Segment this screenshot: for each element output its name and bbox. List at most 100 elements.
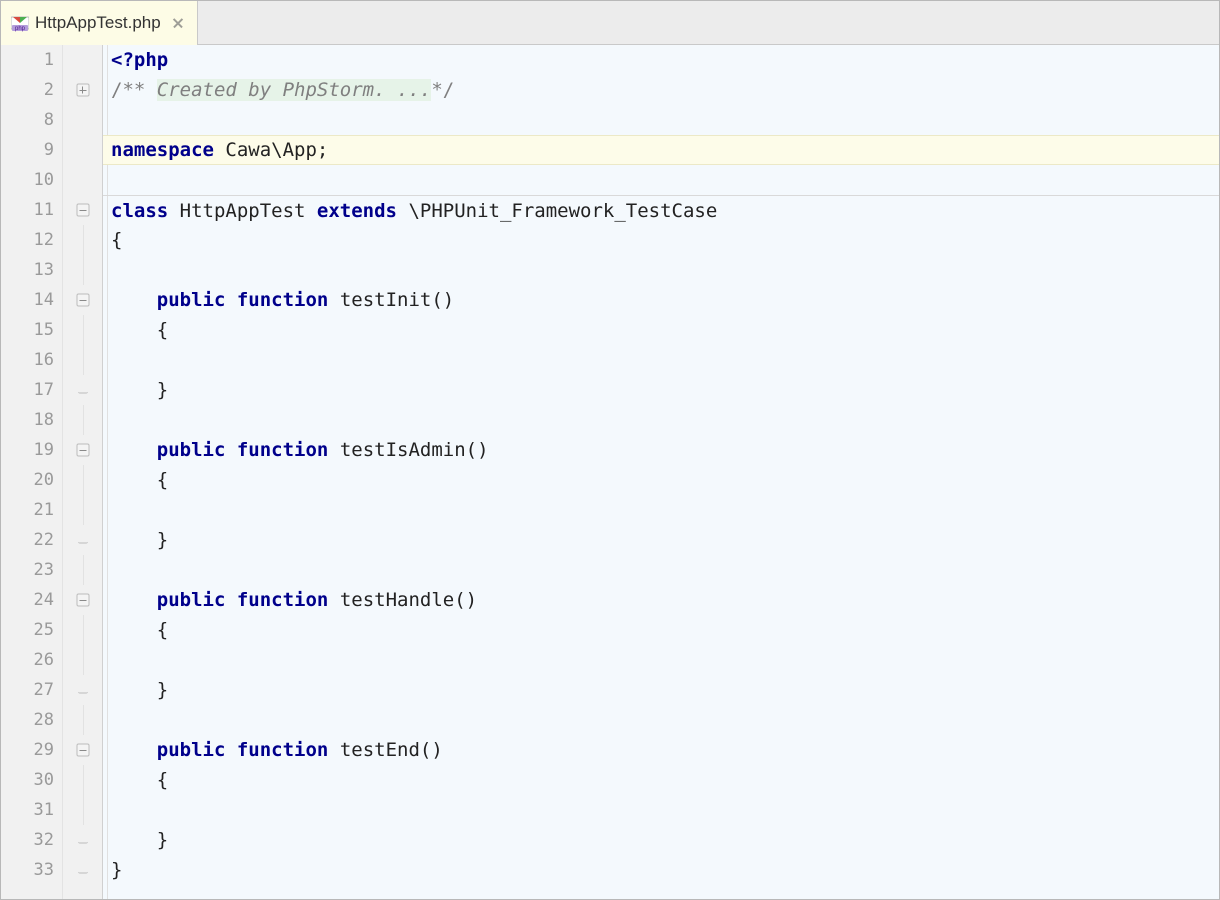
code-line[interactable]: namespace Cawa\App; [103,135,1219,165]
code-line[interactable] [103,705,1219,735]
token-id [111,319,157,341]
token-id [328,439,339,461]
ide-window: php HttpAppTest.php 12891011121314151617… [0,0,1220,900]
token-punc: () [420,739,443,761]
code-line[interactable]: { [103,465,1219,495]
fold-expand-icon[interactable] [76,84,89,97]
fold-slot [63,615,102,645]
token-kw: public [157,439,226,461]
line-number: 33 [1,855,54,885]
token-kw: public [157,289,226,311]
code-line[interactable]: <?php [103,45,1219,75]
line-number: 13 [1,255,54,285]
code-line[interactable]: public function testIsAdmin() [103,435,1219,465]
fold-collapse-icon[interactable] [76,744,89,757]
token-cmtd: */ [431,79,454,101]
fold-slot [63,795,102,825]
fold-slot[interactable] [63,735,102,765]
fold-collapse-icon[interactable] [76,444,89,457]
fold-slot[interactable] [63,195,102,225]
code-line[interactable] [103,495,1219,525]
token-kw: public [157,739,226,761]
code-line[interactable]: { [103,225,1219,255]
fold-end-icon [78,837,88,844]
line-number: 14 [1,285,54,315]
code-line[interactable]: } [103,375,1219,405]
line-number: 25 [1,615,54,645]
code-line[interactable]: } [103,825,1219,855]
fold-slot [63,675,102,705]
fold-end-icon [78,537,88,544]
fold-guide [83,645,84,675]
code-line[interactable] [103,165,1219,195]
token-id [111,439,157,461]
code-line[interactable]: { [103,615,1219,645]
line-number: 27 [1,675,54,705]
token-id: Cawa\App [214,139,317,161]
code-line[interactable]: class HttpAppTest extends \PHPUnit_Frame… [103,195,1219,225]
token-id: HttpAppTest [168,200,317,222]
token-id [111,469,157,491]
line-number: 1 [1,45,54,75]
line-number: 31 [1,795,54,825]
code-line[interactable] [103,345,1219,375]
fold-guide [83,615,84,645]
code-line[interactable] [103,645,1219,675]
fold-collapse-icon[interactable] [76,594,89,607]
code-line[interactable]: public function testHandle() [103,585,1219,615]
fold-slot [63,135,102,165]
line-number: 24 [1,585,54,615]
line-number: 23 [1,555,54,585]
code-line[interactable] [103,255,1219,285]
code-line[interactable]: } [103,525,1219,555]
fold-slot [63,225,102,255]
token-id: \PHPUnit_Framework_TestCase [397,200,717,222]
line-number: 22 [1,525,54,555]
token-cmt_fold: Created by PhpStorm. ... [157,79,432,101]
fold-slot[interactable] [63,285,102,315]
fold-collapse-icon[interactable] [76,204,89,217]
token-punc: } [157,679,168,701]
code-line[interactable] [103,405,1219,435]
fold-slot [63,405,102,435]
code-line[interactable] [103,795,1219,825]
token-kw: public [157,589,226,611]
fold-slot [63,255,102,285]
close-icon[interactable] [173,18,183,28]
code-line[interactable]: } [103,675,1219,705]
code-line[interactable]: { [103,315,1219,345]
fold-guide [83,795,84,825]
line-number: 20 [1,465,54,495]
token-id [225,589,236,611]
line-number: 9 [1,135,54,165]
token-id [328,289,339,311]
token-fn: testEnd [340,739,420,761]
token-id [111,739,157,761]
code-area[interactable]: <?php/** Created by PhpStorm. ...*/ names… [103,45,1219,899]
editor-tab[interactable]: php HttpAppTest.php [1,1,198,44]
line-number: 12 [1,225,54,255]
fold-slot [63,765,102,795]
fold-guide [83,555,84,585]
token-punc: () [454,589,477,611]
fold-slot[interactable] [63,585,102,615]
fold-collapse-icon[interactable] [76,294,89,307]
fold-slot[interactable] [63,75,102,105]
token-kw: extends [317,200,397,222]
code-line[interactable] [103,105,1219,135]
line-number-gutter: 1289101112131415161718192021222324252627… [1,45,63,899]
code-line[interactable]: public function testInit() [103,285,1219,315]
code-line[interactable]: { [103,765,1219,795]
fold-guide [83,405,84,435]
code-line[interactable] [103,555,1219,585]
code-line[interactable]: /** Created by PhpStorm. ...*/ [103,75,1219,105]
token-fn: testIsAdmin [340,439,466,461]
token-punc: } [157,379,168,401]
fold-guide [83,255,84,285]
code-line[interactable]: public function testEnd() [103,735,1219,765]
tab-bar: php HttpAppTest.php [1,1,1219,45]
code-line[interactable]: } [103,855,1219,885]
token-id [225,439,236,461]
fold-slot[interactable] [63,435,102,465]
fold-slot [63,165,102,195]
